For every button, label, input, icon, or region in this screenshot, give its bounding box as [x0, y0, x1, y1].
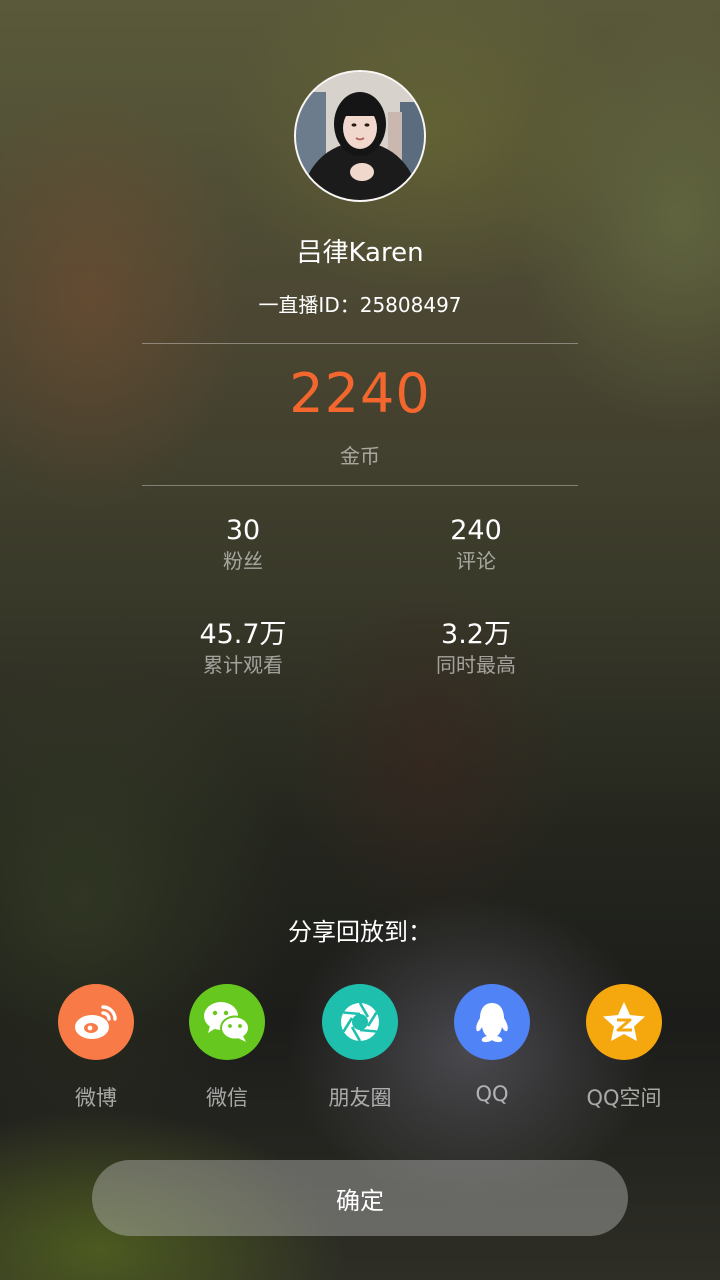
- stat-comments: 240 评论: [356, 514, 596, 574]
- share-title: 分享回放到：: [288, 918, 432, 946]
- stat-fans: 30 粉丝: [123, 514, 363, 574]
- stat-peak-viewers-label: 同时最高: [436, 653, 516, 677]
- stat-fans-value: 30: [225, 515, 261, 546]
- share-moments-button[interactable]: 朋友圈: [300, 984, 420, 1112]
- avatar: [294, 70, 426, 202]
- confirm-button[interactable]: 确定: [92, 1160, 628, 1236]
- coins-value: 2240: [289, 362, 431, 425]
- stat-total-views-value: 45.7万: [199, 619, 287, 650]
- qzone-icon: [586, 984, 662, 1060]
- coins-label: 金币: [340, 444, 380, 468]
- wechat-icon: [189, 984, 265, 1060]
- moments-icon: [322, 984, 398, 1060]
- share-weibo-label: 微博: [75, 1086, 117, 1110]
- divider-top: [142, 343, 578, 344]
- share-wechat-label: 微信: [206, 1086, 248, 1110]
- share-weibo-button[interactable]: 微博: [36, 984, 156, 1112]
- stat-comments-label: 评论: [456, 549, 496, 573]
- share-qzone-label: QQ空间: [586, 1086, 662, 1110]
- stat-total-views: 45.7万 累计观看: [123, 618, 363, 678]
- share-wechat-button[interactable]: 微信: [167, 984, 287, 1112]
- share-qq-button[interactable]: QQ: [432, 984, 552, 1106]
- qq-icon: [454, 984, 530, 1060]
- weibo-icon: [58, 984, 134, 1060]
- profile-name: 吕律Karen: [296, 238, 424, 268]
- share-qzone-button[interactable]: QQ空间: [564, 984, 684, 1112]
- stat-fans-label: 粉丝: [223, 549, 263, 573]
- stat-comments-value: 240: [450, 515, 502, 546]
- divider-bottom: [142, 485, 578, 486]
- stat-peak-viewers: 3.2万 同时最高: [356, 618, 596, 678]
- stat-total-views-label: 累计观看: [203, 653, 283, 677]
- stat-peak-viewers-value: 3.2万: [441, 619, 511, 650]
- profile-id: 一直播ID：25808497: [258, 293, 462, 317]
- share-moments-label: 朋友圈: [328, 1086, 392, 1110]
- share-qq-label: QQ: [475, 1082, 509, 1106]
- avatar-image: [296, 72, 424, 200]
